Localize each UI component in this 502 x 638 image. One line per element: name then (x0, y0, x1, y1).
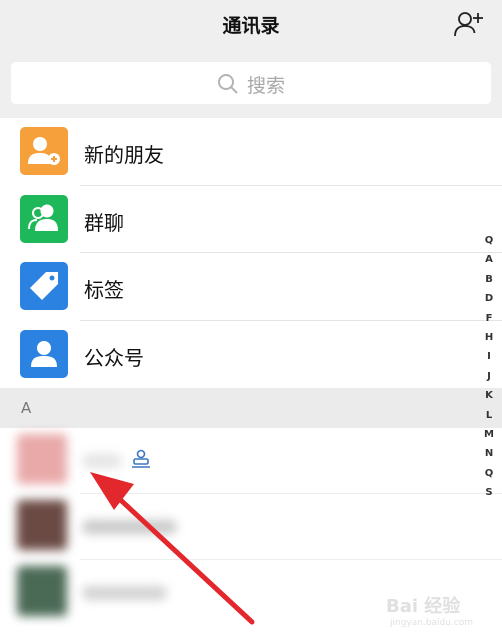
page-title: 通讯录 (222, 15, 280, 37)
index-letter-s[interactable]: S (480, 483, 498, 502)
function-menu: 新的朋友 群聊 标签 公众号 (0, 118, 502, 388)
index-letter-k[interactable]: K (480, 386, 498, 405)
section-header: A (0, 388, 502, 428)
contact-row[interactable] (0, 428, 502, 494)
search-icon (217, 74, 238, 94)
tag-icon (20, 262, 68, 310)
contact-name-blurred (82, 454, 122, 468)
index-letter-d[interactable]: D (480, 289, 498, 308)
avatar (17, 566, 67, 616)
official-account-icon (20, 329, 68, 378)
search-placeholder: 搜索 (246, 75, 285, 97)
watermark-main: Bai 经验 (386, 596, 461, 617)
menu-item-label: 群聊 (84, 210, 124, 235)
menu-item-official-accounts[interactable]: 公众号 (0, 320, 502, 388)
watermark-sub: jingyan.baidu.com (390, 618, 474, 628)
add-friend-button[interactable] (452, 9, 484, 39)
search-input[interactable]: 搜索 (11, 62, 491, 104)
search-area: 搜索 (0, 50, 502, 118)
watermark-logo: Bai 经验 jingyan.baidu.com (386, 590, 498, 634)
section-letter: A (21, 399, 32, 417)
contact-name-blurred (82, 520, 177, 534)
index-letter-search[interactable]: Q (480, 231, 498, 250)
index-letter-l[interactable]: L (480, 406, 498, 425)
index-letter-q[interactable]: Q (480, 464, 498, 483)
index-letter-a[interactable]: A (480, 250, 498, 269)
index-letter-h[interactable]: H (480, 328, 498, 347)
header-bar: 通讯录 (0, 0, 502, 50)
avatar (17, 434, 67, 484)
index-letter-b[interactable]: B (480, 270, 498, 289)
person-plus-icon (454, 12, 483, 37)
index-letter-f[interactable]: F (480, 309, 498, 328)
menu-item-group-chats[interactable]: 群聊 (0, 185, 502, 253)
avatar (17, 500, 67, 550)
contact-name-blurred (82, 586, 167, 600)
menu-item-tags[interactable]: 标签 (0, 253, 502, 321)
menu-item-new-friends[interactable]: 新的朋友 (0, 118, 502, 186)
index-letter-m[interactable]: M (480, 425, 498, 444)
menu-item-label: 标签 (84, 278, 124, 302)
menu-item-label: 公众号 (84, 345, 144, 370)
new-friend-icon (20, 127, 68, 175)
index-letter-j[interactable]: J (480, 367, 498, 386)
contact-row[interactable] (0, 494, 502, 560)
index-letter-n[interactable]: N (480, 444, 498, 463)
group-chat-icon (20, 194, 68, 243)
index-letter-i[interactable]: I (480, 347, 498, 366)
menu-item-label: 新的朋友 (84, 143, 164, 167)
alphabet-index-bar[interactable]: Q A B D F H I J K L M N Q S (480, 231, 498, 502)
enterprise-contact-icon (132, 449, 150, 468)
